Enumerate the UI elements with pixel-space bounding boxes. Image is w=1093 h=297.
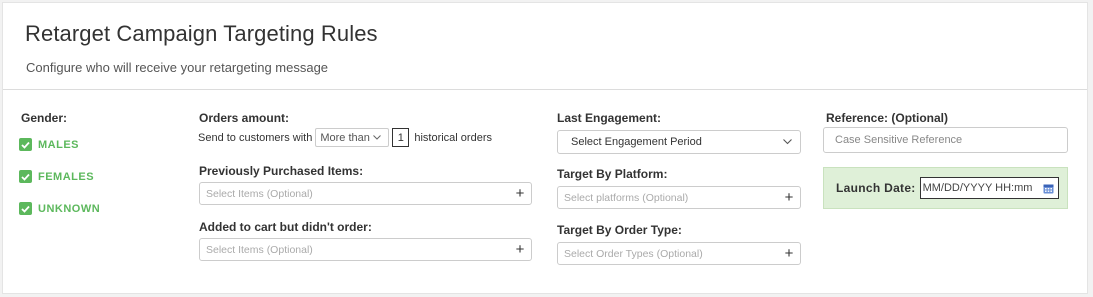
launch-date-group: Launch Date: MM/DD/YYYY HH:mm: [823, 167, 1068, 209]
gender-option-label: MALES: [38, 138, 79, 151]
checkbox-males[interactable]: [19, 138, 32, 151]
cart-items-placeholder: Select Items (Optional): [206, 243, 313, 256]
gender-option-label: FEMALES: [38, 170, 95, 183]
panel-header: Retarget Campaign Targeting Rules Config…: [3, 3, 1087, 90]
checkmark-icon: [21, 141, 30, 149]
orders-comparator-select[interactable]: More than: [315, 128, 390, 147]
orders-amount-label: Orders amount:: [199, 111, 290, 125]
plus-icon: +: [784, 245, 794, 262]
page-subtitle: Configure who will receive your retarget…: [26, 60, 329, 75]
platform-select[interactable]: Select platforms (Optional) +: [557, 186, 801, 209]
reference-label: Reference: (Optional): [826, 111, 949, 125]
page-title: Retarget Campaign Targeting Rules: [25, 21, 378, 46]
launch-date-placeholder: MM/DD/YYYY HH:mm: [922, 182, 1033, 194]
launch-date-label: Launch Date:: [836, 181, 916, 195]
engagement-period-select[interactable]: Select Engagement Period: [557, 130, 801, 154]
plus-icon: +: [515, 241, 525, 258]
target-order-type-label: Target By Order Type:: [557, 223, 682, 237]
orders-suffix-text: historical orders: [414, 131, 492, 144]
last-engagement-label: Last Engagement:: [557, 111, 662, 125]
calendar-icon[interactable]: [1043, 183, 1054, 194]
plus-icon: +: [784, 189, 794, 206]
platform-placeholder: Select platforms (Optional): [564, 191, 689, 204]
gender-option-females[interactable]: FEMALES: [19, 170, 94, 183]
checkmark-icon: [21, 173, 30, 181]
reference-placeholder: Case Sensitive Reference: [835, 134, 963, 146]
orders-comparator-value: More than: [320, 131, 370, 144]
reference-input[interactable]: Case Sensitive Reference: [823, 127, 1068, 153]
checkbox-unknown[interactable]: [19, 202, 32, 215]
chevron-down-icon: [783, 139, 792, 145]
order-type-select[interactable]: Select Order Types (Optional) +: [557, 242, 801, 265]
cart-items-select[interactable]: Select Items (Optional) +: [199, 238, 532, 261]
purchased-items-label: Previously Purchased Items:: [199, 164, 364, 178]
cart-items-label: Added to cart but didn't order:: [199, 220, 372, 234]
chevron-down-icon: [373, 135, 381, 140]
plus-icon: +: [515, 185, 525, 202]
purchased-items-select[interactable]: Select Items (Optional) +: [199, 182, 532, 205]
launch-date-input[interactable]: MM/DD/YYYY HH:mm: [919, 177, 1059, 199]
gender-label: Gender:: [21, 111, 68, 125]
order-type-placeholder: Select Order Types (Optional): [564, 247, 703, 260]
orders-amount-row: Send to customers with More than 1 histo…: [198, 128, 492, 147]
gender-option-unknown[interactable]: UNKNOWN: [19, 202, 100, 215]
target-platform-label: Target By Platform:: [557, 167, 668, 181]
engagement-period-value: Select Engagement Period: [571, 136, 702, 148]
purchased-items-placeholder: Select Items (Optional): [206, 187, 313, 200]
orders-prefix-text: Send to customers with: [198, 131, 313, 144]
gender-option-label: UNKNOWN: [38, 202, 101, 215]
gender-option-males[interactable]: MALES: [19, 138, 79, 151]
orders-count-input[interactable]: 1: [392, 128, 410, 147]
checkbox-females[interactable]: [19, 170, 32, 183]
checkmark-icon: [21, 205, 30, 213]
